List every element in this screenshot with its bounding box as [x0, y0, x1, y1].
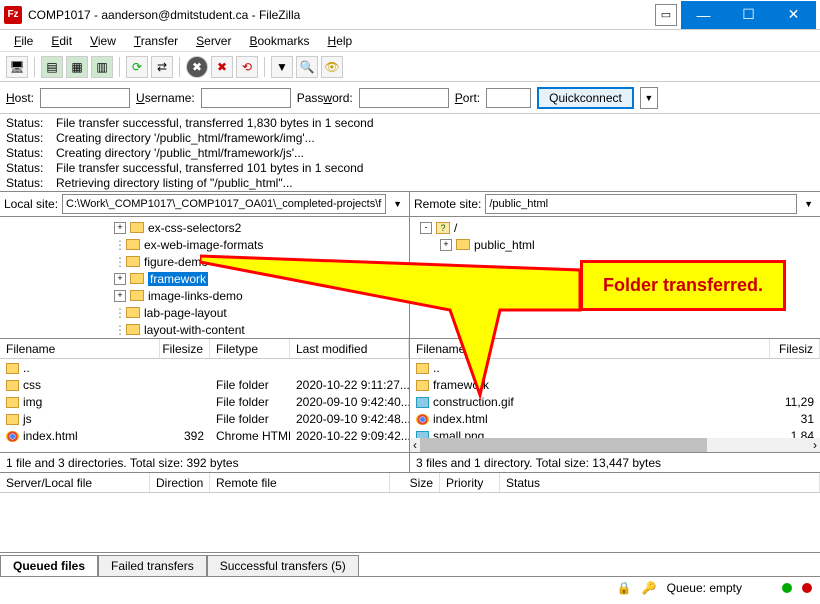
search-button[interactable]: 🔍	[296, 56, 318, 78]
local-site-label: Local site:	[4, 197, 58, 211]
menu-help[interactable]: Help	[320, 32, 361, 50]
window-title: COMP1017 - aanderson@dmitstudent.ca - Fi…	[28, 8, 655, 22]
compare-dirs-button[interactable]: 👁	[321, 56, 343, 78]
titlebar: Fz COMP1017 - aanderson@dmitstudent.ca -…	[0, 0, 820, 30]
maximize-button[interactable]: ☐	[726, 1, 771, 29]
minimize-button[interactable]: —	[681, 1, 726, 29]
callout-arrow	[200, 250, 590, 400]
menu-view[interactable]: View	[82, 32, 124, 50]
quickconnect-button[interactable]: Quickconnect	[537, 87, 634, 109]
host-label: Host:	[6, 91, 34, 105]
queue-panel[interactable]: Server/Local file Direction Remote file …	[0, 473, 820, 553]
quickconnect-bar: Host: Username: Password: Port: Quickcon…	[0, 82, 820, 114]
local-site-dropdown[interactable]: ▼	[390, 199, 405, 209]
queue-tabs: Queued files Failed transfers Successful…	[0, 553, 820, 577]
tab-queued[interactable]: Queued files	[0, 555, 98, 576]
tree-item[interactable]: +ex-css-selectors2	[4, 219, 405, 236]
qcol-file[interactable]: Server/Local file	[0, 473, 150, 492]
qcol-size[interactable]: Size	[390, 473, 440, 492]
titlebar-extra-icon[interactable]: ▭	[655, 4, 677, 26]
key-icon: 🔑	[642, 581, 657, 595]
qcol-status[interactable]: Status	[500, 473, 820, 492]
qcol-remote[interactable]: Remote file	[210, 473, 390, 492]
tab-failed[interactable]: Failed transfers	[98, 555, 207, 576]
toggle-tree-button[interactable]: ▦	[66, 56, 88, 78]
callout-box: Folder transferred.	[580, 260, 786, 311]
username-label: Username:	[136, 91, 195, 105]
filter-button[interactable]: ▼	[271, 56, 293, 78]
queue-status-text: Queue: empty	[667, 581, 742, 595]
menubar: File Edit View Transfer Server Bookmarks…	[0, 30, 820, 52]
remote-site-input[interactable]	[485, 194, 797, 214]
menu-server[interactable]: Server	[188, 32, 239, 50]
col-filename[interactable]: Filename	[0, 339, 160, 358]
disconnect-button[interactable]: ✖	[211, 56, 233, 78]
menu-edit[interactable]: Edit	[43, 32, 80, 50]
quickconnect-dropdown[interactable]: ▼	[640, 87, 658, 109]
compare-button[interactable]: ⇄	[151, 56, 173, 78]
local-status: 1 file and 3 directories. Total size: 39…	[0, 453, 410, 472]
menu-transfer[interactable]: Transfer	[126, 32, 186, 50]
qcol-dir[interactable]: Direction	[150, 473, 210, 492]
list-item[interactable]: index.html31	[410, 410, 820, 427]
app-icon: Fz	[4, 6, 22, 24]
list-item[interactable]: jsFile folder2020-09-10 9:42:48...	[0, 410, 409, 427]
sync-browse-button[interactable]: ⟳	[126, 56, 148, 78]
lock-icon: 🔒	[617, 581, 632, 595]
host-input[interactable]	[40, 88, 130, 108]
reconnect-button[interactable]: ⟲	[236, 56, 258, 78]
tree-item[interactable]: -?/	[414, 219, 816, 236]
menu-file[interactable]: File	[6, 32, 41, 50]
site-manager-button[interactable]: 🖥	[6, 56, 28, 78]
status-bar: 🔒 🔑 Queue: empty	[0, 577, 820, 599]
local-site-input[interactable]	[62, 194, 386, 214]
menu-bookmarks[interactable]: Bookmarks	[241, 32, 317, 50]
port-input[interactable]	[486, 88, 531, 108]
status-led-red	[802, 583, 812, 593]
list-item[interactable]: index.html392Chrome HTML...2020-10-22 9:…	[0, 427, 409, 444]
remote-site-dropdown[interactable]: ▼	[801, 199, 816, 209]
password-label: Password:	[297, 91, 353, 105]
remote-site-label: Remote site:	[414, 197, 481, 211]
qcol-pri[interactable]: Priority	[440, 473, 500, 492]
toolbar: 🖥 ▤ ▦ ▥ ⟳ ⇄ ✖ ✖ ⟲ ▼ 🔍 👁	[0, 52, 820, 82]
close-button[interactable]: ✕	[771, 1, 816, 29]
password-input[interactable]	[359, 88, 449, 108]
port-label: Port:	[455, 91, 480, 105]
list-item[interactable]: small.png1,84	[410, 427, 820, 438]
username-input[interactable]	[201, 88, 291, 108]
toggle-log-button[interactable]: ▤	[41, 56, 63, 78]
status-led-green	[782, 583, 792, 593]
toggle-queue-button[interactable]: ▥	[91, 56, 113, 78]
col-filesize-r[interactable]: Filesiz	[770, 339, 820, 358]
tab-success[interactable]: Successful transfers (5)	[207, 555, 359, 576]
cancel-button[interactable]: ✖	[186, 56, 208, 78]
remote-status: 3 files and 1 directory. Total size: 13,…	[410, 453, 820, 472]
remote-hscroll[interactable]: ‹›	[410, 438, 820, 452]
log-panel[interactable]: Status:File transfer successful, transfe…	[0, 114, 820, 192]
